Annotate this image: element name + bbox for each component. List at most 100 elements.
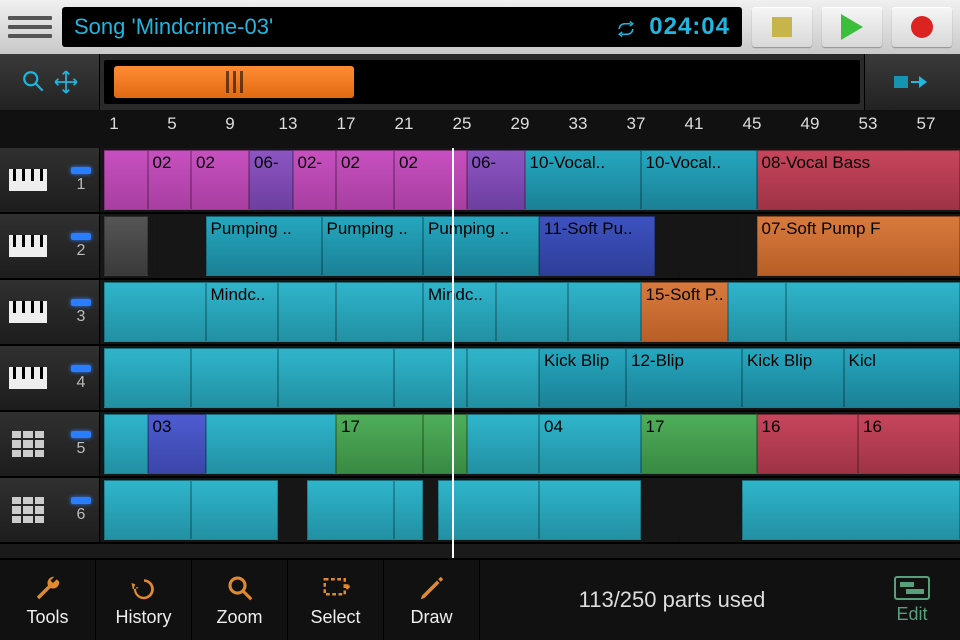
track-lane[interactable]: 020206-02-020206-10-Vocal..10-Vocal..08-… (100, 148, 960, 212)
edit-button[interactable]: Edit (864, 560, 960, 640)
clip[interactable]: 16 (757, 414, 859, 474)
tools-button[interactable]: Tools (0, 560, 96, 640)
track-row: 5031704171616 (0, 412, 960, 478)
bar-ruler[interactable]: 159131721252933374145495357 (100, 110, 960, 148)
zoom-button[interactable]: Zoom (192, 560, 288, 640)
clip[interactable] (104, 150, 148, 210)
clip[interactable]: Kick Blip (539, 348, 626, 408)
clip[interactable] (394, 480, 423, 540)
track-lane[interactable]: Mindc.. Mindc.. 15-Soft P.. (100, 280, 960, 344)
track-lane[interactable]: 031704171616 (100, 412, 960, 476)
clip[interactable] (278, 348, 394, 408)
track-lane[interactable]: Pumping ..Pumping ..Pumping ..11-Soft Pu… (100, 214, 960, 278)
loop-icon (617, 18, 635, 36)
track-number: 3 (77, 308, 86, 326)
ruler-tick: 17 (337, 114, 356, 134)
select-button[interactable]: Select (288, 560, 384, 640)
playhead[interactable] (452, 148, 454, 558)
clip[interactable] (394, 348, 467, 408)
track-number: 2 (77, 242, 86, 260)
clip[interactable]: Pumping .. (206, 216, 322, 276)
clip[interactable]: 04 (539, 414, 641, 474)
track-lane[interactable]: Kick Blip12-BlipKick BlipKicl (100, 346, 960, 410)
record-button[interactable] (892, 7, 952, 47)
clip[interactable] (307, 480, 394, 540)
clip[interactable]: 02- (293, 150, 337, 210)
clip[interactable] (191, 348, 278, 408)
clip[interactable] (467, 348, 540, 408)
clip[interactable]: 02 (191, 150, 249, 210)
ruler-tick: 49 (801, 114, 820, 134)
snap-toggle[interactable] (864, 54, 960, 110)
clip[interactable] (104, 480, 191, 540)
clip[interactable] (104, 216, 148, 276)
clip[interactable]: Kicl (844, 348, 960, 408)
clip[interactable] (539, 480, 641, 540)
song-title: Song 'Mindcrime-03' (74, 14, 617, 40)
ruler-tick: 21 (395, 114, 414, 134)
clip-label: Mindc.. (211, 285, 266, 304)
clip[interactable] (191, 480, 278, 540)
clip[interactable]: 08-Vocal Bass (757, 150, 960, 210)
clip[interactable] (728, 282, 786, 342)
track-header[interactable]: 2 (0, 214, 100, 278)
magnifier-icon (21, 69, 47, 95)
track-lane[interactable] (100, 478, 960, 542)
clip[interactable]: 17 (641, 414, 757, 474)
clip[interactable]: 02 (336, 150, 394, 210)
clip[interactable]: 12-Blip (626, 348, 742, 408)
track-header[interactable]: 6 (0, 478, 100, 542)
clip[interactable] (742, 480, 960, 540)
track-header[interactable]: 1 (0, 148, 100, 212)
clip[interactable] (278, 282, 336, 342)
zoom-pan-tool[interactable] (0, 54, 100, 110)
record-icon (911, 16, 933, 38)
clip[interactable]: 06- (249, 150, 293, 210)
clip-label: Pumping .. (327, 219, 408, 238)
clip[interactable] (467, 414, 540, 474)
clip[interactable]: Pumping .. (322, 216, 424, 276)
song-display[interactable]: Song 'Mindcrime-03' 024:04 (62, 7, 742, 47)
clip[interactable]: Kick Blip (742, 348, 844, 408)
song-overview[interactable] (104, 60, 860, 104)
clip[interactable]: 06- (467, 150, 525, 210)
clip[interactable]: 10-Vocal.. (525, 150, 641, 210)
tracks-area: 1020206-02-020206-10-Vocal..10-Vocal..08… (0, 148, 960, 544)
clip[interactable]: Mindc.. (206, 282, 279, 342)
track-header[interactable]: 4 (0, 346, 100, 410)
track-header[interactable]: 5 (0, 412, 100, 476)
track-row: 4Kick Blip12-BlipKick BlipKicl (0, 346, 960, 412)
piano-keys-icon (8, 167, 48, 193)
clip[interactable] (206, 414, 337, 474)
clip[interactable]: 17 (336, 414, 423, 474)
clip[interactable] (568, 282, 641, 342)
track-row: 6 (0, 478, 960, 544)
draw-button[interactable]: Draw (384, 560, 480, 640)
clip[interactable] (104, 282, 206, 342)
clip[interactable]: 07-Soft Pump F (757, 216, 960, 276)
clip[interactable]: 16 (858, 414, 960, 474)
clip[interactable] (336, 282, 423, 342)
overview-visible-region[interactable] (114, 66, 354, 98)
stop-button[interactable] (752, 7, 812, 47)
top-bar: Song 'Mindcrime-03' 024:04 (0, 0, 960, 54)
history-button[interactable]: History (96, 560, 192, 640)
clip[interactable]: Pumping .. (423, 216, 539, 276)
clip[interactable]: Mindc.. (423, 282, 496, 342)
clip[interactable] (104, 348, 191, 408)
clip[interactable]: 10-Vocal.. (641, 150, 757, 210)
clip[interactable]: 02 (394, 150, 467, 210)
clip[interactable]: 11-Soft Pu.. (539, 216, 655, 276)
clip[interactable] (104, 414, 148, 474)
play-button[interactable] (822, 7, 882, 47)
clip[interactable]: 15-Soft P.. (641, 282, 728, 342)
menu-button[interactable] (8, 9, 52, 45)
clip[interactable]: 02 (148, 150, 192, 210)
clip-label: 16 (762, 417, 781, 436)
clip[interactable] (423, 414, 467, 474)
clip[interactable] (496, 282, 569, 342)
clip[interactable]: 03 (148, 414, 206, 474)
track-header[interactable]: 3 (0, 280, 100, 344)
clip[interactable] (786, 282, 960, 342)
overview-row (0, 54, 960, 110)
